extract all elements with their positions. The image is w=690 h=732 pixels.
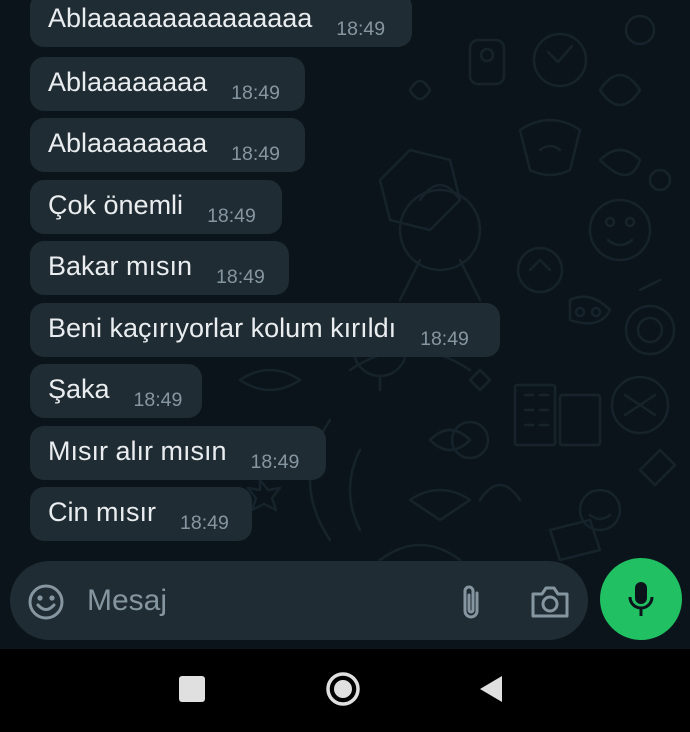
message-bubble[interactable]: Çok önemli 18:49 [30, 180, 282, 234]
message-timestamp: 18:49 [216, 265, 265, 288]
recent-apps-icon[interactable] [179, 676, 205, 702]
message-bubble[interactable]: Cin mısır 18:49 [30, 487, 252, 541]
paperclip-icon[interactable] [457, 583, 487, 623]
message-text: Ablaaaaaaaaaaaaaaa [48, 3, 313, 33]
message-timestamp: 18:49 [231, 81, 280, 104]
microphone-icon [628, 582, 654, 616]
message-text: Ablaaaaaaaa [48, 67, 208, 97]
message-timestamp: 18:49 [207, 204, 256, 227]
microphone-button[interactable] [600, 558, 682, 640]
message-bubble[interactable]: Beni kaçırıyorlar kolum kırıldı 18:49 [30, 303, 500, 357]
message-text: Bakar mısın [48, 251, 193, 281]
message-timestamp: 18:49 [336, 17, 386, 40]
message-composer [10, 561, 588, 640]
emoji-icon[interactable] [27, 583, 65, 621]
message-timestamp: 18:49 [420, 327, 469, 350]
message-text: Şaka [48, 374, 110, 404]
message-timestamp: 18:49 [231, 142, 280, 165]
message-input[interactable] [85, 579, 439, 623]
message-bubble[interactable]: Şaka 18:49 [30, 364, 202, 418]
message-bubble[interactable]: Bakar mısın 18:49 [30, 241, 289, 295]
message-timestamp: 18:49 [133, 388, 183, 411]
message-text: Ablaaaaaaaa [48, 128, 208, 158]
message-bubble[interactable]: Ablaaaaaaaa 18:49 [30, 57, 305, 111]
message-timestamp: 18:49 [250, 450, 300, 473]
message-text: Cin mısır [48, 497, 156, 527]
back-icon[interactable] [478, 674, 504, 704]
message-bubble[interactable]: Ablaaaaaaaa 18:49 [30, 118, 305, 172]
message-text: Çok önemli [48, 190, 184, 220]
message-text: Mısır alır mısın [48, 436, 227, 466]
message-timestamp: 18:49 [180, 511, 229, 534]
message-bubble[interactable]: Ablaaaaaaaaaaaaaaa 18:49 [30, 0, 412, 47]
message-text: Beni kaçırıyorlar kolum kırıldı [48, 313, 397, 343]
home-icon[interactable] [325, 671, 361, 707]
camera-icon[interactable] [529, 583, 571, 621]
message-bubble[interactable]: Mısır alır mısın 18:49 [30, 426, 326, 480]
chat-area: Ablaaaaaaaaaaaaaaa 18:49 Ablaaaaaaaa 18:… [0, 0, 690, 649]
